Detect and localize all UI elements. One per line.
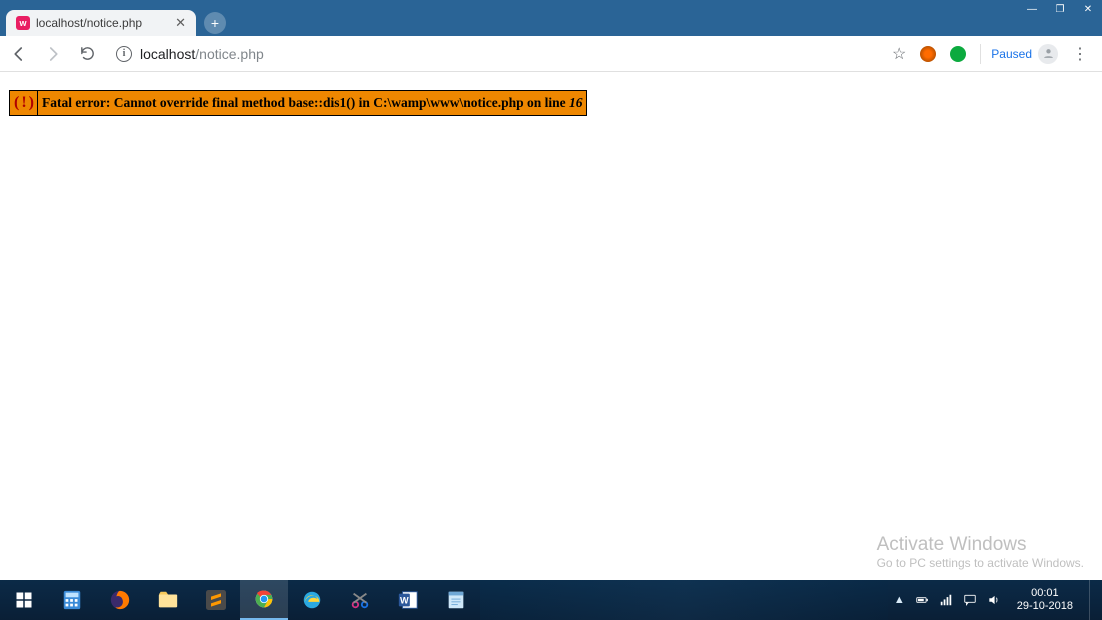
profile-paused[interactable]: Paused [980,44,1058,64]
bookmark-star-icon[interactable]: ☆ [892,44,906,64]
clock-date: 29-10-2018 [1017,600,1073,613]
taskbar-app-snip[interactable] [336,580,384,620]
url-host: localhost [140,46,195,62]
svg-text:W: W [400,596,409,606]
extension-icon-1[interactable] [920,46,936,62]
taskbar-app-word[interactable]: W [384,580,432,620]
network-icon[interactable] [939,593,953,607]
new-tab-button[interactable]: + [204,12,226,34]
activate-windows-watermark: Activate Windows Go to PC settings to ac… [877,534,1084,570]
show-desktop-button[interactable] [1089,580,1096,620]
url-path: /notice.php [195,46,264,62]
paused-label: Paused [991,47,1032,61]
error-message: Fatal error: Cannot override final metho… [37,90,588,116]
error-line: 16 [569,95,583,110]
taskbar-spacer [480,580,888,620]
address-bar: i localhost/notice.php ☆ Paused ⋮ [0,36,1102,72]
tab-strip: w localhost/notice.php ✕ + [0,8,1102,36]
browser-tab[interactable]: w localhost/notice.php ✕ [6,10,196,36]
minimize-button[interactable]: — [1018,0,1046,18]
extension-icon-2[interactable] [950,46,966,62]
taskbar-app-sublime[interactable] [192,580,240,620]
avatar-icon [1038,44,1058,64]
taskbar-app-explorer[interactable] [144,580,192,620]
error-bang-icon: ( ! ) [9,90,37,116]
toolbar-right: ☆ Paused ⋮ [892,44,1094,64]
page-content: ( ! ) Fatal error: Cannot override final… [0,72,1102,580]
error-body: Cannot override final method base::dis1(… [114,95,569,110]
title-bar [0,0,1102,8]
battery-icon[interactable] [915,593,929,607]
taskbar-app-firefox[interactable] [96,580,144,620]
favicon-icon: w [16,16,30,30]
window-controls: — ❐ ✕ [1018,0,1102,18]
volume-icon[interactable] [987,593,1001,607]
kebab-menu-icon[interactable]: ⋮ [1072,44,1088,64]
url-bar[interactable]: i localhost/notice.php [110,46,880,62]
taskbar: W ▲ 00:01 29-10-2018 [0,580,1102,620]
reload-button[interactable] [76,43,98,65]
maximize-button[interactable]: ❐ [1046,0,1074,18]
watermark-title: Activate Windows [877,534,1084,556]
taskbar-left: W [0,580,480,620]
close-tab-icon[interactable]: ✕ [175,15,186,31]
url-text: localhost/notice.php [140,46,264,62]
start-button[interactable] [0,580,48,620]
taskbar-app-notepad[interactable] [432,580,480,620]
site-info-icon[interactable]: i [116,46,132,62]
clock-time: 00:01 [1017,587,1073,600]
taskbar-app-ie[interactable] [288,580,336,620]
php-error-box: ( ! ) Fatal error: Cannot override final… [9,90,587,116]
action-center-icon[interactable] [963,593,977,607]
taskbar-app-chrome[interactable] [240,580,288,620]
back-button[interactable] [8,43,30,65]
close-window-button[interactable]: ✕ [1074,0,1102,18]
tray-overflow-icon[interactable]: ▲ [894,594,905,606]
watermark-sub: Go to PC settings to activate Windows. [877,556,1084,570]
tab-title: localhost/notice.php [36,16,142,30]
error-prefix: Fatal error: [42,95,114,110]
taskbar-app-calculator[interactable] [48,580,96,620]
taskbar-clock[interactable]: 00:01 29-10-2018 [1011,587,1079,612]
forward-button[interactable] [42,43,64,65]
system-tray: ▲ 00:01 29-10-2018 [888,580,1102,620]
